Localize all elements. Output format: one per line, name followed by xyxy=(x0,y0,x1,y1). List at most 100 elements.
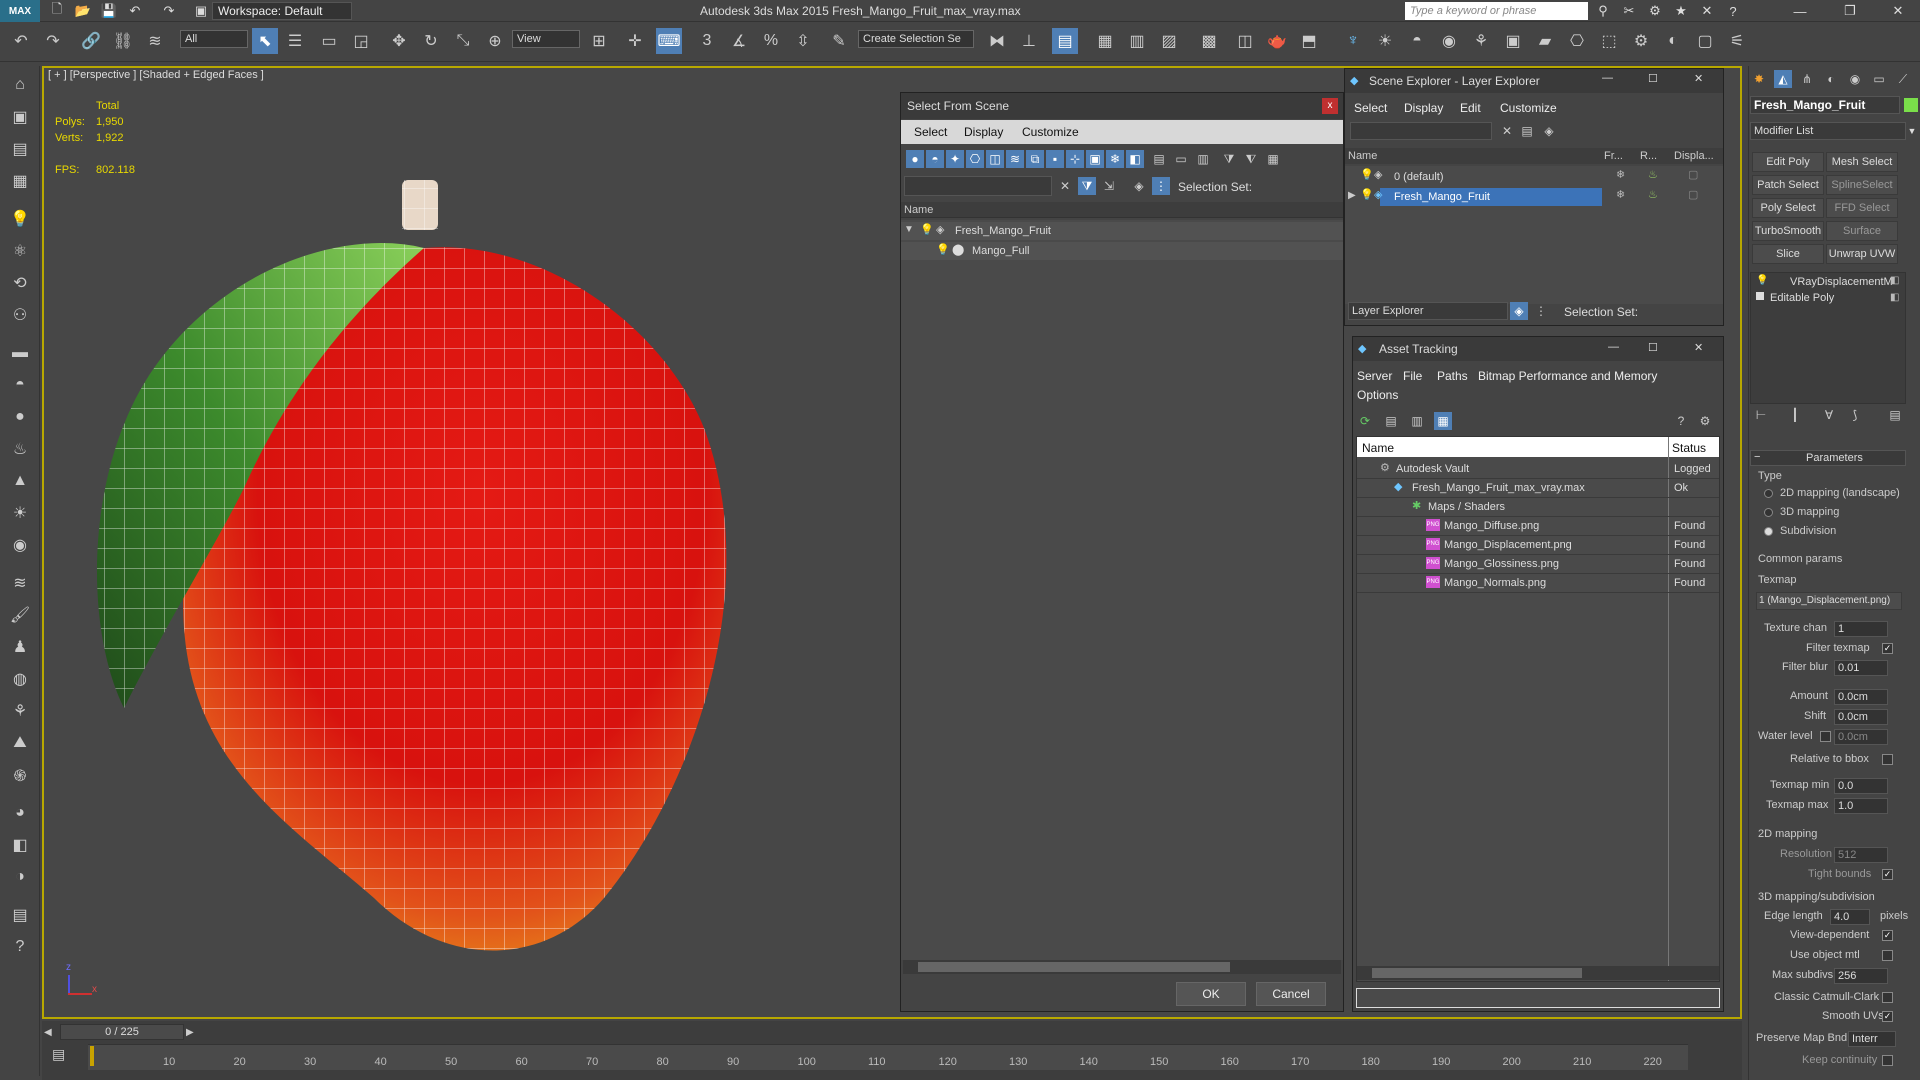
vray-tab-icon[interactable]: ⟋ xyxy=(1894,70,1912,88)
filter-options-icon[interactable]: ⧨ xyxy=(1242,150,1260,168)
light-bulb-icon[interactable]: 💡 xyxy=(6,206,34,232)
make-unique-icon[interactable]: ∀ xyxy=(1820,406,1838,424)
stack-toggle-icon[interactable]: ◧ xyxy=(1890,292,1899,303)
display-containers-icon[interactable]: ▣ xyxy=(1086,150,1104,168)
vray-dome-icon[interactable]: ◓ xyxy=(1404,28,1430,54)
select-from-scene-search[interactable] xyxy=(904,176,1052,196)
mesh-select-button[interactable]: Mesh Select xyxy=(1826,152,1898,172)
layer-name[interactable]: Fresh_Mango_Fruit xyxy=(1394,191,1490,203)
menu-server[interactable]: Server xyxy=(1357,369,1392,383)
remove-modifier-icon[interactable]: ⟆ xyxy=(1846,406,1864,424)
tree-item-label[interactable]: Fresh_Mango_Fruit xyxy=(955,225,1051,237)
help-icon[interactable]: ? xyxy=(1672,412,1690,430)
pin-stack-icon[interactable]: ⊢ xyxy=(1752,406,1770,424)
list-icon[interactable]: ▤ xyxy=(6,136,34,162)
tree-item[interactable] xyxy=(901,242,1343,260)
stack-item-vraydisplacement[interactable]: VRayDisplacementM xyxy=(1790,276,1893,288)
layer-explorer-icon[interactable]: ▦ xyxy=(1092,28,1118,54)
radio-subdivision[interactable] xyxy=(1764,527,1773,536)
vray-camera-icon[interactable]: ⎔ xyxy=(1564,28,1590,54)
select-by-name-icon[interactable]: ☰ xyxy=(282,28,308,54)
expand-arrow-icon[interactable]: ▶ xyxy=(1348,190,1356,201)
display-shapes-icon[interactable]: ◓ xyxy=(926,150,944,168)
project-folder-icon[interactable]: ▣ xyxy=(192,2,210,20)
use-object-mtl-checkbox[interactable] xyxy=(1882,950,1893,961)
show-end-result-icon[interactable]: ┃ xyxy=(1786,406,1804,424)
texmap-button[interactable]: 1 (Mango_Displacement.png) xyxy=(1756,592,1902,610)
menu-display[interactable]: Display xyxy=(1404,101,1443,115)
display-box-icon[interactable]: ▢ xyxy=(1688,188,1698,201)
radio-3d-mapping-label[interactable]: 3D mapping xyxy=(1780,506,1839,518)
rollout-minus-icon[interactable]: − xyxy=(1754,451,1760,463)
display-lights-icon[interactable]: ✦ xyxy=(946,150,964,168)
sphere-icon[interactable]: ● xyxy=(6,404,34,430)
people-icon[interactable]: ⚇ xyxy=(6,302,34,328)
hair-icon[interactable]: ≋ xyxy=(6,570,34,596)
edit-poly-button[interactable]: Edit Poly xyxy=(1752,152,1824,172)
column-name[interactable]: Name xyxy=(1348,150,1377,162)
filter-blur-spinner[interactable]: 0.01 xyxy=(1834,660,1888,676)
brush-icon[interactable]: 🖌 xyxy=(6,602,34,628)
scene-explorer-search[interactable] xyxy=(1350,122,1492,140)
pivot-center-icon[interactable]: ⊞ xyxy=(586,28,612,54)
edit-named-selection-icon[interactable]: ✎ xyxy=(826,28,852,54)
maximize-button[interactable]: ❐ xyxy=(1830,0,1870,22)
snaps-toggle-icon[interactable]: 3 xyxy=(694,28,720,54)
layers-toggle-icon[interactable]: ◈ xyxy=(1130,177,1148,195)
help-icon[interactable]: ? xyxy=(1724,2,1742,20)
hierarchy-tab-icon[interactable]: ⋔ xyxy=(1798,70,1816,88)
exchange-icon[interactable]: ✕ xyxy=(1698,2,1716,20)
curve-editor-icon[interactable]: ▨ xyxy=(1156,28,1182,54)
spline-select-button[interactable]: SplineSelect xyxy=(1826,175,1898,195)
unlink-icon[interactable]: ⛓ xyxy=(110,28,136,54)
menu-customize[interactable]: Customize xyxy=(1500,101,1557,115)
menu-customize[interactable]: Customize xyxy=(1022,125,1079,139)
water-level-checkbox[interactable] xyxy=(1820,731,1831,742)
open-file-icon[interactable]: 📂 xyxy=(74,2,92,20)
amount-spinner[interactable]: 0.0cm xyxy=(1834,689,1888,705)
maximize-button[interactable]: ☐ xyxy=(1648,72,1658,85)
vray-material-icon[interactable]: ◐ xyxy=(1660,28,1686,54)
spiral-icon[interactable]: ֍ xyxy=(6,762,34,788)
asset-name[interactable]: Autodesk Vault xyxy=(1396,463,1469,475)
named-selection-dropdown[interactable]: Create Selection Se xyxy=(858,30,974,48)
select-object-icon[interactable]: ⬉ xyxy=(252,28,278,54)
scale-icon[interactable]: ⤡ xyxy=(450,28,476,54)
stack-item-editable-poly[interactable]: Editable Poly xyxy=(1770,292,1834,304)
new-file-icon[interactable]: 🗋 xyxy=(48,1,66,20)
render-teapot-icon[interactable]: ♨ xyxy=(1648,168,1658,181)
vray-light-icon[interactable]: ♆ xyxy=(1340,28,1366,54)
ffd-select-button[interactable]: FFD Select xyxy=(1826,198,1898,218)
column-name[interactable]: Name xyxy=(1362,441,1394,455)
bind-spacewarp-icon[interactable]: ≋ xyxy=(142,28,168,54)
link-icon[interactable]: 🔗 xyxy=(78,28,104,54)
relative-bbox-checkbox[interactable] xyxy=(1882,754,1893,765)
resolution-spinner[interactable]: 512 xyxy=(1834,847,1888,863)
asset-name[interactable]: Mango_Diffuse.png xyxy=(1444,520,1539,532)
find-options-icon[interactable]: ⇲ xyxy=(1100,177,1118,195)
detail-view-icon[interactable]: ▥ xyxy=(1408,412,1426,430)
dome-icon[interactable]: ◓ xyxy=(6,372,34,398)
modify-tab-icon[interactable]: ◭ xyxy=(1774,70,1792,88)
asset-name[interactable]: Maps / Shaders xyxy=(1428,501,1505,513)
light-bulb-icon[interactable]: 💡 xyxy=(1360,188,1374,201)
save-file-icon[interactable]: 💾 xyxy=(100,2,118,20)
maximize-button[interactable]: ☐ xyxy=(1648,341,1658,354)
display-groups-icon[interactable]: ⧉ xyxy=(1026,150,1044,168)
radio-2d-mapping-label[interactable]: 2D mapping (landscape) xyxy=(1780,487,1900,499)
redo-icon[interactable]: ↷ xyxy=(160,2,178,20)
menu-display[interactable]: Display xyxy=(964,125,1003,139)
minimize-button[interactable]: — xyxy=(1602,72,1613,84)
material-ball-icon[interactable]: ◑ xyxy=(6,864,34,890)
favorites-icon[interactable]: ★ xyxy=(1672,2,1690,20)
close-button[interactable]: ✕ xyxy=(1878,0,1918,22)
texmap-max-spinner[interactable]: 1.0 xyxy=(1834,798,1888,814)
texmap-min-spinner[interactable]: 0.0 xyxy=(1834,778,1888,794)
poly-select-button[interactable]: Poly Select xyxy=(1752,198,1824,218)
undo-icon[interactable]: ↶ xyxy=(126,2,144,20)
display-xrefs-icon[interactable]: ▪ xyxy=(1046,150,1064,168)
render-frame-icon[interactable]: ⬒ xyxy=(1296,28,1322,54)
percent-snap-icon[interactable]: % xyxy=(758,28,784,54)
configure-modifier-sets-icon[interactable]: ▤ xyxy=(1886,406,1904,424)
display-none-icon[interactable]: ▭ xyxy=(1172,150,1190,168)
